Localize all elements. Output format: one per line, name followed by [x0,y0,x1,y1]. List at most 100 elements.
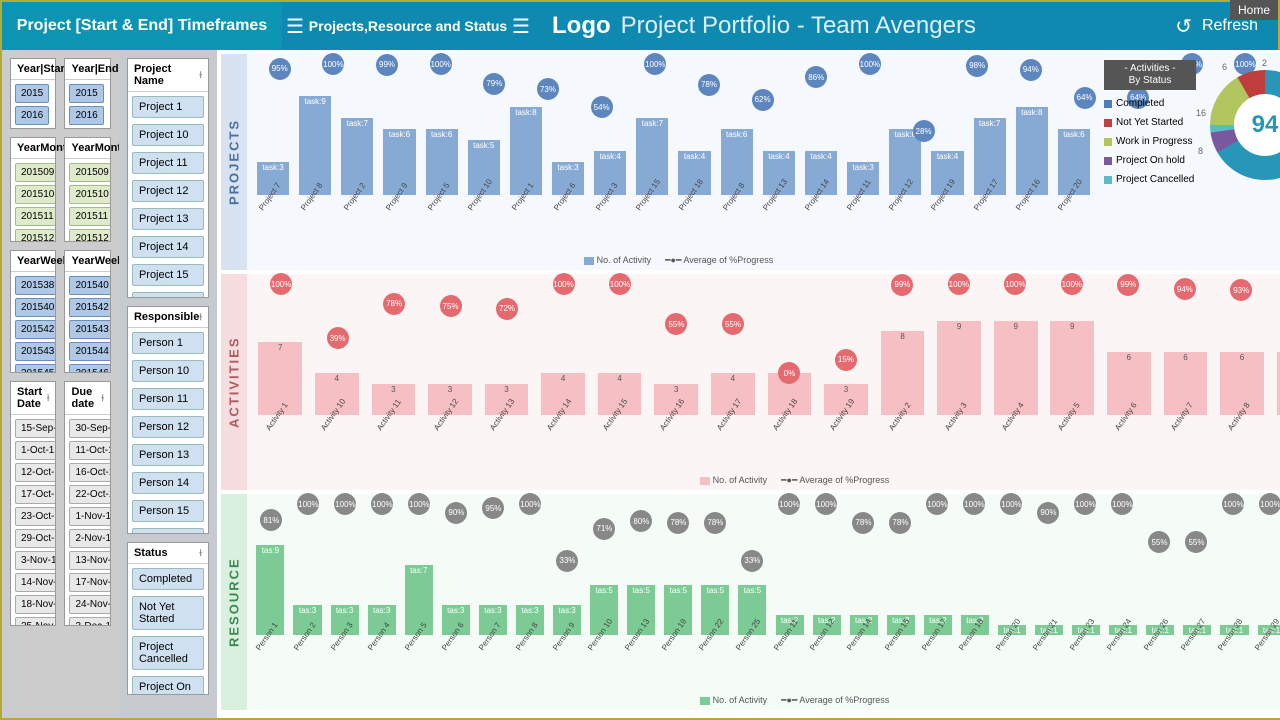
panel1-title: Project [Start & End] Timeframes [2,2,282,50]
slicer-item[interactable]: Person 15 [132,500,204,522]
timeframe-panel: Year|Start⟊201520162017Year|End⟊20152016… [2,50,119,718]
slicer-item[interactable]: Person 14 [132,472,204,494]
slicer-item[interactable]: 201512 [69,229,109,241]
menu-icon-2[interactable]: ☰ [508,2,534,50]
slicer-item[interactable]: 201544 [69,342,109,361]
page-title: Project Portfolio - Team Avengers [621,12,976,40]
donut-chart[interactable]: 946281662 [1200,60,1280,188]
slicer-item[interactable]: Project 10 [132,124,204,146]
slicer-item[interactable]: 17-Nov-... [69,573,109,592]
slicer-item[interactable]: 201538 [15,276,55,295]
slicer-item[interactable]: 22-Oct-15 [69,485,109,504]
slicer-item[interactable]: 201510 [69,185,109,204]
slicer-item[interactable]: 2016 [69,106,103,125]
slicer-title: Year|Start [17,63,68,75]
slicer-item[interactable]: Project 13 [132,208,204,230]
slicer-item[interactable]: Not Yet Started [132,596,204,630]
legend-item: Completed [1104,98,1196,109]
slicer-item[interactable]: 201545 [15,364,55,372]
bar[interactable]: 9 [937,321,981,416]
slicer-item[interactable]: Project On hold [132,676,204,694]
bar[interactable]: task:8 [510,107,542,195]
slicer-responsible: Responsible⟊ Person 1 Person 10 Person 11 Pe… [127,306,209,534]
slicer-item[interactable]: 1-Nov-15 [69,507,109,526]
slicer-item[interactable]: Person 10 [132,360,204,382]
slicer-item[interactable]: Completed [132,568,204,590]
slicer-item[interactable]: Project 16 [132,292,204,297]
slicer-item[interactable]: 17-Oct-15 [15,485,55,504]
slicer-item[interactable]: Project Cancelled [132,636,204,670]
slicer-item[interactable]: Project 14 [132,236,204,258]
home-button[interactable]: Home [1230,0,1278,20]
slicer-item[interactable]: 18-Nov-... [15,595,55,614]
slicer-item[interactable]: 30-Sep-... [69,419,109,438]
slicer-item[interactable]: 201509 [15,163,55,182]
slicer-item[interactable]: 13-Nov-... [69,551,109,570]
chart-section-label: ACTIVITIES [221,274,247,490]
slicer-title: Start Date [17,386,47,410]
slicer-item[interactable]: Person 13 [132,444,204,466]
chart-row-resource: RESOURCEtas:9Person 1tas:3Person 2tas:3P… [221,494,1280,710]
filter-panel: Project Name⟊Project 1Project 10Project … [119,50,217,718]
clear-filter-icon[interactable]: ⟊ [199,312,202,323]
clear-filter-icon[interactable]: ⟊ [101,393,104,404]
clear-filter-icon[interactable]: ⟊ [199,70,202,81]
slicer-item[interactable]: 201511 [15,207,55,226]
panel2-title: Projects,Resource and Status [308,2,508,50]
bar[interactable]: 9 [1050,321,1094,416]
bar[interactable]: task:9 [299,96,331,195]
clear-filter-icon[interactable]: ⟊ [199,548,202,559]
slicer-item[interactable]: 29-Oct-15 [15,529,55,548]
slicer-item[interactable]: 2015 [69,84,103,103]
chart-projects[interactable]: task:3Project 7task:9Project 8task:7Proj… [247,54,1280,270]
slicer-item[interactable]: 201542 [69,298,109,317]
slicer-item[interactable]: 15-Sep-... [15,419,55,438]
slicer-item[interactable]: 2-Nov-15 [69,529,109,548]
slicer-item[interactable]: 25-Nov-... [15,617,55,625]
chart-legend: No. of Activity━●━ Average of %Progress [253,473,1280,488]
slicer-item[interactable]: 201540 [69,276,109,295]
slicer-item[interactable]: 16-Oct-15 [69,463,109,482]
menu-icon-1[interactable]: ☰ [282,2,308,50]
slicer-item[interactable]: 201510 [15,185,55,204]
chart-section-label: PROJECTS [221,54,247,270]
slicer-item[interactable]: 201511 [69,207,109,226]
chart-activities[interactable]: 7Activity 14Activity 103Activity 113Acti… [247,274,1280,490]
slicer-status: Status⟊CompletedNot Yet StartedProject C… [127,542,209,695]
slicer-item[interactable]: 2016 [15,106,49,125]
slicer-yearweek-start: YearWeek|Start⟊2015382015402015422015432… [10,250,56,373]
slicer-item[interactable]: 201543 [69,320,109,339]
slicer-item[interactable]: 12-Oct-15 [15,463,55,482]
slicer-item[interactable]: 24-Nov-... [69,595,109,614]
slicer-item[interactable]: Project 15 [132,264,204,286]
slicer-item[interactable]: Project 1 [132,96,204,118]
slicer-item[interactable]: 1-Oct-15 [15,441,55,460]
bar[interactable]: 9 [994,321,1038,416]
slicer-item[interactable]: 2015 [15,84,49,103]
slicer-item[interactable]: 201543 [15,342,55,361]
slicer-item[interactable]: 3-Dec-15 [69,617,109,625]
slicer-item[interactable]: Person 11 [132,388,204,410]
slicer-item[interactable]: 201546 [69,364,109,372]
chart-resource[interactable]: tas:9Person 1tas:3Person 2tas:3Person 3t… [247,494,1280,710]
top-bar: Project [Start & End] Timeframes ☰ Proje… [2,2,1278,50]
clear-filter-icon[interactable]: ⟊ [47,393,50,404]
slicer-item[interactable]: Person 16 [132,528,204,533]
slicer-item[interactable]: 23-Oct-15 [15,507,55,526]
slicer-item[interactable]: Project 12 [132,180,204,202]
chart-legend: No. of Activity━●━ Average of %Progress [253,253,1094,268]
slicer-item[interactable]: Person 1 [132,332,204,354]
slicer-item[interactable]: 14-Nov-... [15,573,55,592]
slicer-item[interactable]: 201540 [15,298,55,317]
legend-item: Work in Progress [1104,136,1196,147]
slicer-item[interactable]: 201542 [15,320,55,339]
slicer-item[interactable]: Project 11 [132,152,204,174]
slicer-item[interactable]: 11-Oct-15 [69,441,109,460]
slicer-item[interactable]: Person 12 [132,416,204,438]
refresh-icon: ↺ [1175,14,1192,39]
slicer-title: Responsible [134,311,199,323]
slicer-item[interactable]: 201512 [15,229,55,241]
slicer-yearweek-end: YearWeek|End⟊201540201542201543201544201… [64,250,110,373]
slicer-item[interactable]: 3-Nov-15 [15,551,55,570]
slicer-item[interactable]: 201509 [69,163,109,182]
